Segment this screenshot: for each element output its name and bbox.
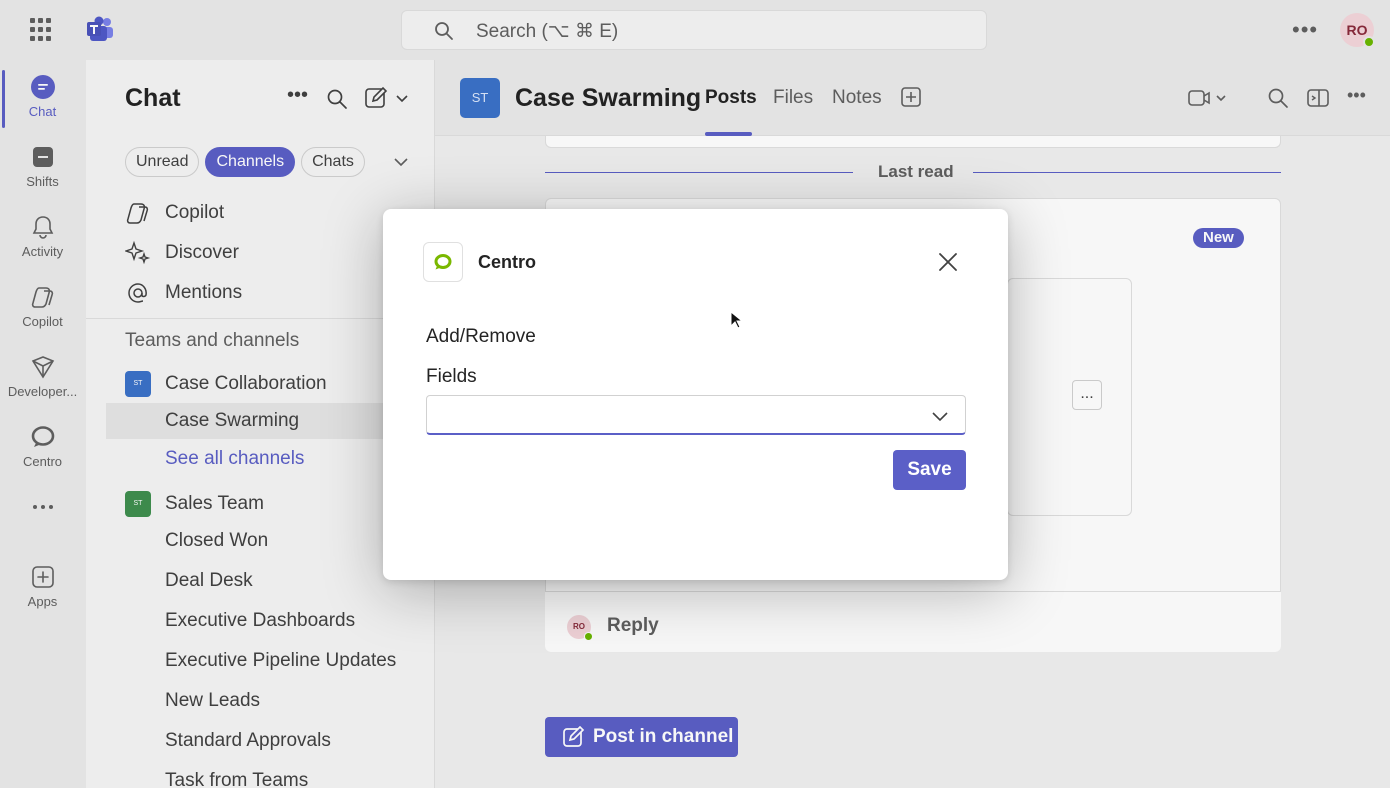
centro-dialog: Centro Add/Remove Fields Save (383, 209, 1008, 580)
close-icon[interactable] (936, 250, 960, 274)
dialog-title: Centro (478, 252, 536, 272)
add-remove-label: Add/Remove (426, 326, 536, 347)
chevron-down-icon (932, 412, 948, 422)
fields-label: Fields (426, 366, 477, 387)
mouse-cursor-icon (730, 311, 742, 329)
centro-logo-icon (434, 254, 452, 270)
fields-dropdown[interactable] (426, 395, 966, 435)
save-button[interactable]: Save (893, 450, 966, 490)
centro-app-icon (423, 242, 463, 282)
